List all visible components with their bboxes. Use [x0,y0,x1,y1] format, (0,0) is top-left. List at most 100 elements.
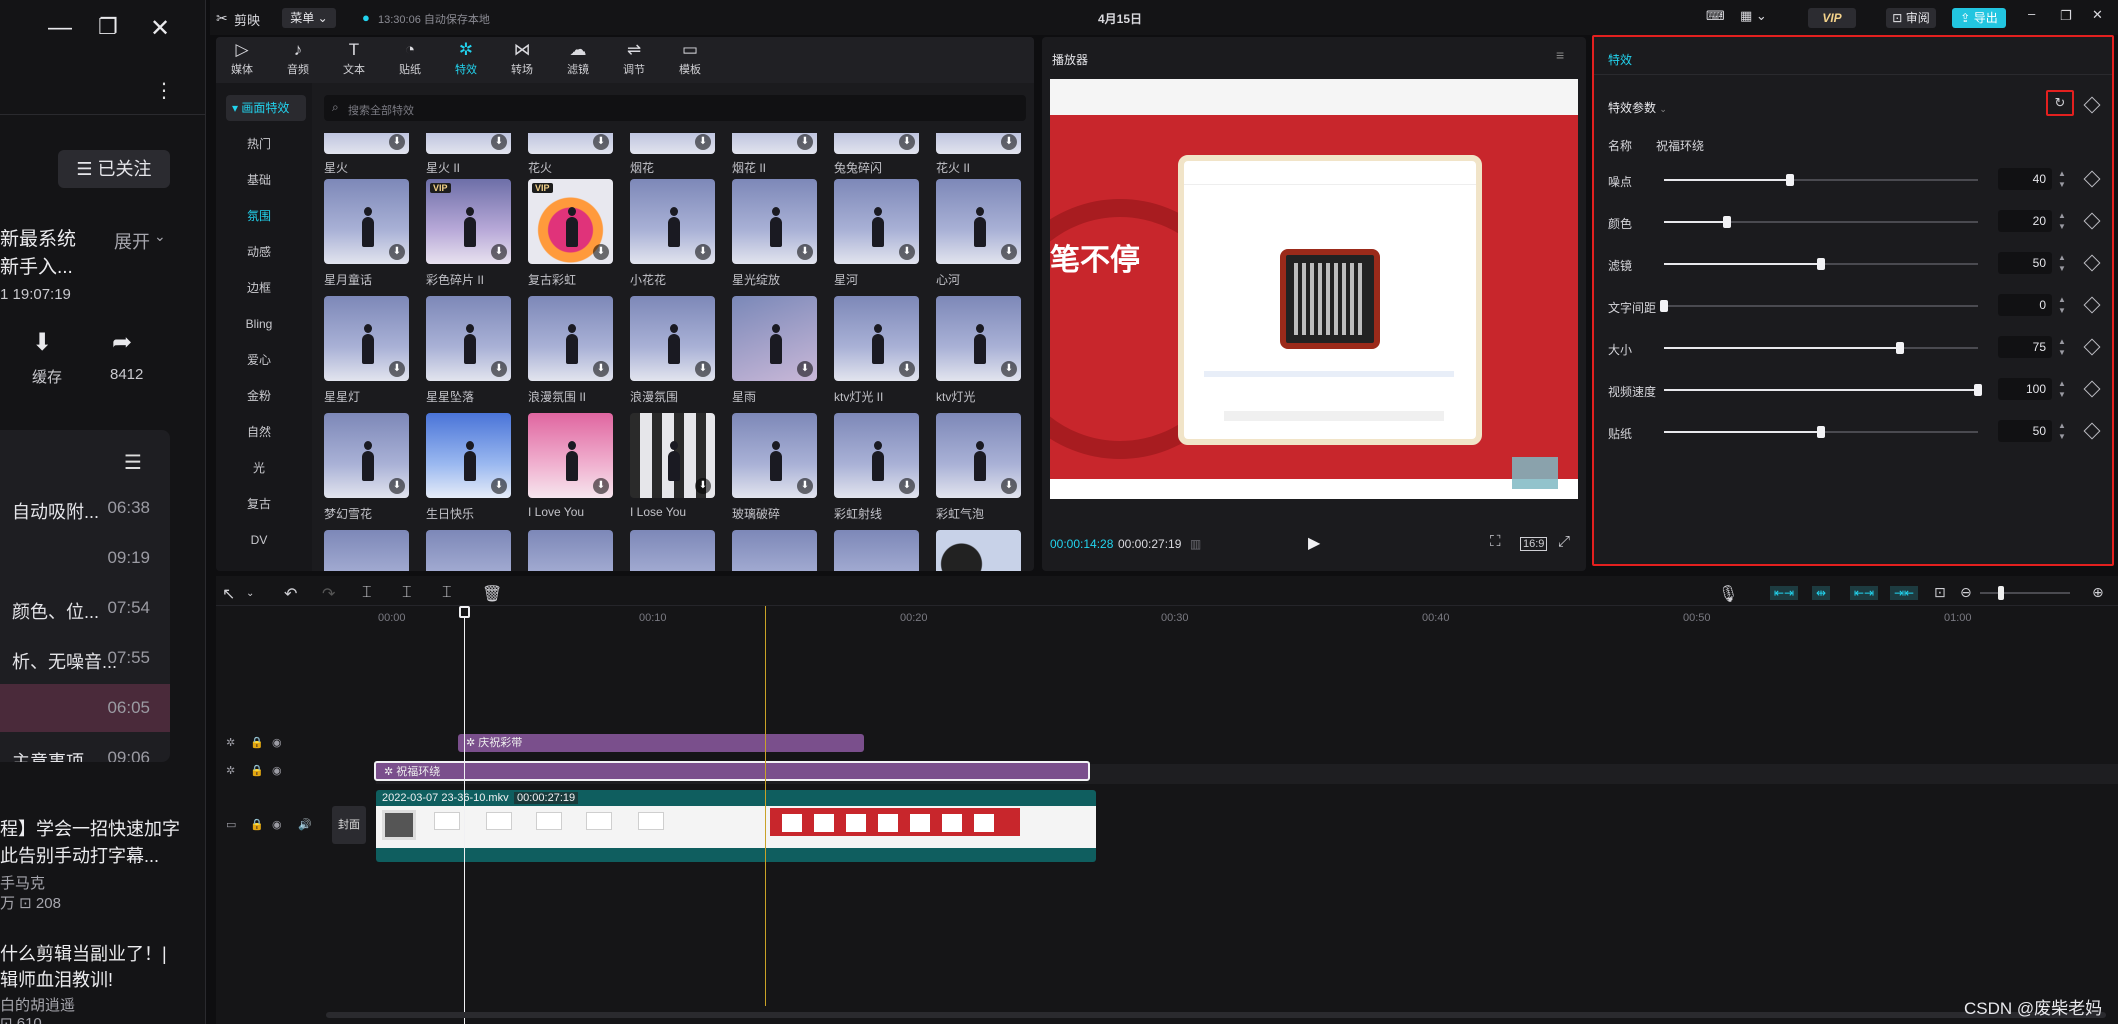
param-slider[interactable] [1664,426,1978,438]
slider-handle[interactable] [1817,426,1825,438]
align-icon[interactable]: ⇥⇤ [1890,586,1919,600]
microphone-icon[interactable]: 🎙 [1718,584,1738,604]
effect-thumbnail[interactable]: ⬇ [324,133,409,154]
zoom-slider[interactable] [1980,586,2070,600]
magnet-snap-icon[interactable]: ⇤⇥ [1770,586,1799,600]
effect-clip-blessing-selected[interactable]: ✲ 祝福环绕 [374,761,1090,781]
effect-thumbnail[interactable]: ⬇ [834,413,919,498]
stepper-icon[interactable]: ▲ ▼ [2056,294,2068,316]
video-author[interactable]: 白的胡逍遥 [0,994,75,1015]
download-icon[interactable]: ⬇ [1001,361,1017,377]
followed-button[interactable]: ☰ 已关注 [58,150,170,188]
playhead[interactable] [459,606,470,1024]
close-icon[interactable]: ✕ [150,14,170,43]
param-value-input[interactable]: 20 [1998,210,2052,232]
effect-thumbnail[interactable] [324,530,409,571]
effect-thumbnail[interactable] [732,530,817,571]
download-icon[interactable]: ⬇ [593,478,609,494]
list-item[interactable]: 颜色、位... 07:54 [0,584,170,632]
category-dv[interactable]: DV [226,527,292,553]
param-slider[interactable] [1664,384,1982,396]
keyframe-icon[interactable] [2083,338,2101,356]
tab-text[interactable]: T 文本 [328,39,380,79]
category-bling[interactable]: Bling [226,311,292,337]
close-icon[interactable]: ✕ [2092,7,2103,23]
category-gold[interactable]: 金粉 [226,383,292,409]
keyframe-icon[interactable] [2083,296,2101,314]
eye-icon[interactable]: ◉ [272,818,282,831]
eye-icon[interactable]: ◉ [272,736,282,749]
effect-thumbnail[interactable]: ⬇ [426,133,511,154]
video-title-line1[interactable]: 什么剪辑当副业了！| [0,940,167,966]
params-tab-effects[interactable]: 特效 [1608,51,1632,68]
list-item[interactable]: 09:19 [0,534,170,582]
download-icon[interactable]: ⬇ [797,361,813,377]
effect-thumbnail[interactable]: ⬇ [324,179,409,264]
stepper-icon[interactable]: ▲ ▼ [2056,210,2068,232]
export-button[interactable]: ⇪ 导出 [1952,8,2006,28]
effect-thumbnail[interactable]: ⬇ [426,296,511,381]
more-icon[interactable]: ⋮ [154,78,174,103]
download-icon[interactable]: ⬇ [899,478,915,494]
param-slider[interactable] [1664,216,1978,228]
review-button[interactable]: ⊡ 审阅 [1886,8,1936,28]
download-icon[interactable]: ⬇ [1001,134,1017,150]
list-item[interactable]: 自动吸附... 06:38 [0,484,170,532]
video-title-line2[interactable]: 此告别手动打字幕... [0,842,159,868]
aspect-ratio-button[interactable]: 16:9 [1520,537,1548,551]
expand-icon[interactable]: ⤢ [1558,533,1570,550]
slider-handle[interactable] [1785,174,1794,186]
keyframe-icon[interactable] [2083,254,2101,272]
download-icon[interactable]: ⬇ [389,134,405,150]
category-atmosphere[interactable]: 氛围 [226,203,292,229]
download-icon[interactable]: ⬇ [389,244,405,260]
expand-link[interactable]: 展开 [114,228,150,254]
effect-thumbnail[interactable]: ⬇ [834,296,919,381]
effect-thumbnail[interactable]: ⬇ [324,413,409,498]
effect-thumbnail[interactable]: ⬇ [732,179,817,264]
post-title-line2[interactable]: 新手入... [0,252,73,279]
cover-button[interactable]: 封面 [332,806,366,844]
param-value-input[interactable]: 50 [1998,252,2052,274]
effect-thumbnail[interactable]: ⬇ [528,296,613,381]
effect-thumbnail[interactable]: ⬇ VIP [528,179,613,264]
delete-icon[interactable]: 🗑 [482,584,502,604]
keyframe-icon[interactable] [2083,96,2101,114]
tab-media[interactable]: ▷ 媒体 [216,39,268,79]
undo-icon[interactable]: ↶ [284,584,297,604]
download-icon[interactable]: ⬇ [797,478,813,494]
param-slider[interactable] [1660,300,1978,312]
stepper-icon[interactable]: ▲ ▼ [2056,336,2068,358]
chevron-down-icon[interactable]: ⌄ [154,228,166,245]
param-value-input[interactable]: 0 [1998,294,2052,316]
player-menu-icon[interactable]: ≡ [1556,47,1564,63]
effect-thumbnail[interactable] [426,530,511,571]
effect-thumbnail[interactable]: ⬇ [834,179,919,264]
lock-icon[interactable]: 🔒 [250,764,264,777]
effect-thumbnail[interactable]: ⬇ [630,413,715,498]
list-icon[interactable]: ☰ [124,450,142,475]
download-icon[interactable]: ⬇ [593,134,609,150]
slider-handle[interactable] [1660,300,1668,312]
effect-thumbnail[interactable]: ⬇ [732,133,817,154]
effect-thumbnail[interactable]: ⬇ [936,413,1021,498]
tab-transitions[interactable]: ⋈ 转场 [496,39,548,79]
minimize-icon[interactable]: — [48,14,72,42]
restore-icon[interactable]: ❐ [2060,8,2072,24]
download-icon[interactable]: ⬇ [1001,244,1017,260]
list-item[interactable]: 主意事项 09:06 [0,734,170,762]
download-icon[interactable]: ⬇ [899,134,915,150]
waveform-icon[interactable]: ▥ [1190,537,1201,551]
trim-right-icon[interactable]: ⌶ [442,584,452,602]
menu-button[interactable]: 菜单 ⌄ [282,8,336,28]
preview-axis-icon[interactable]: ⇤⇥ [1850,586,1879,600]
keyframe-icon[interactable] [2083,170,2101,188]
download-icon[interactable]: ⬇ [491,134,507,150]
category-basic[interactable]: 基础 [226,167,292,193]
download-icon[interactable]: ⬇ [797,244,813,260]
effect-thumbnail[interactable]: ⬇ [630,179,715,264]
tab-adjust[interactable]: ⇌ 调节 [608,39,660,79]
reset-icon[interactable]: ↻ [2046,90,2074,116]
keyframe-icon[interactable] [2083,212,2101,230]
timeline-scrollbar[interactable] [326,1012,2106,1018]
